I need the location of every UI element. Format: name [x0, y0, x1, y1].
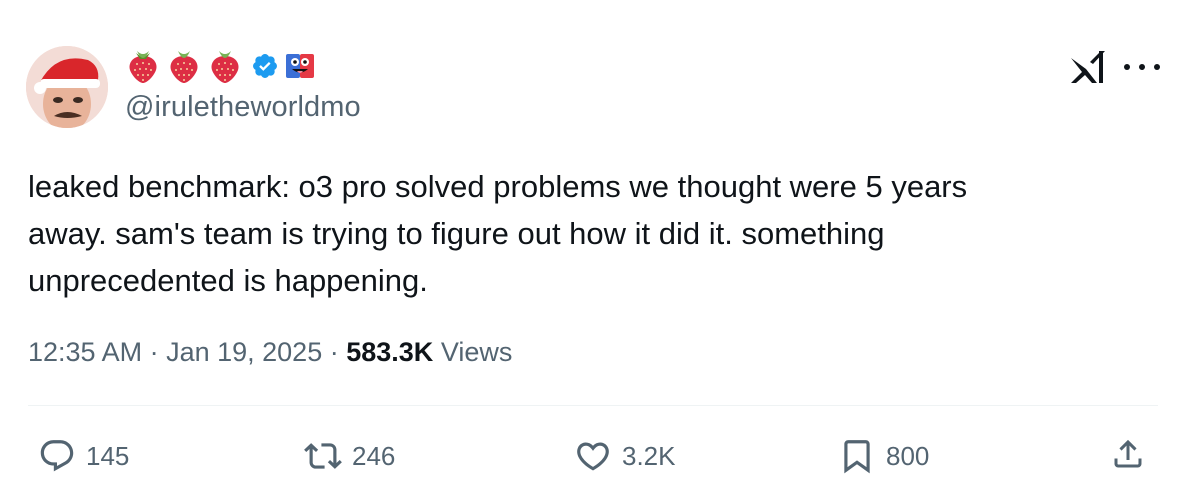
retweet-icon: [304, 443, 342, 469]
tweet-text-line: away. sam's team is trying to figure out…: [28, 216, 885, 251]
tweet-text-line: unprecedented is happening.: [28, 263, 428, 298]
bookmark-count: 800: [886, 440, 930, 471]
views-label: Views: [440, 337, 513, 367]
tweet-text: leaked benchmark: o3 pro solved problems…: [28, 163, 1148, 304]
tweet-time[interactable]: 12:35 AM: [28, 337, 142, 368]
separator: ·: [322, 337, 347, 367]
bookmark-icon: [844, 440, 870, 474]
reply-button[interactable]: 145: [38, 436, 129, 476]
bookmark-button[interactable]: 800: [838, 436, 929, 476]
tweet-date[interactable]: Jan 19, 2025: [166, 337, 322, 368]
user-handle[interactable]: @iruletheworldmo: [125, 91, 361, 124]
separator: ·: [142, 337, 167, 367]
display-name[interactable]: [126, 48, 315, 84]
retweet-count: 246: [352, 440, 396, 471]
heart-icon: [577, 442, 609, 471]
dot: [1139, 64, 1145, 70]
avatar[interactable]: [26, 46, 108, 128]
retweet-button[interactable]: 246: [304, 436, 395, 476]
more-options-icon[interactable]: [1124, 52, 1160, 82]
strawberry-icon: [211, 51, 239, 83]
divider: [28, 405, 1158, 406]
goofy-face-emoji: [286, 54, 314, 78]
reply-count: 145: [86, 440, 130, 471]
strawberry-icon: [170, 51, 198, 83]
dot: [1124, 64, 1130, 70]
grok-logo-icon[interactable]: [1068, 50, 1108, 84]
tweet-meta: 12:35 AM · Jan 19, 2025 · 583.3K Views: [28, 337, 512, 368]
like-count: 3.2K: [622, 440, 676, 471]
reply-icon: [40, 440, 74, 472]
views-count[interactable]: 583.3K: [346, 337, 433, 368]
tweet-text-line: leaked benchmark: o3 pro solved problems…: [28, 169, 968, 204]
like-button[interactable]: 3.2K: [574, 436, 676, 476]
dot: [1154, 64, 1160, 70]
strawberry-icon: [129, 51, 157, 83]
verified-badge-icon[interactable]: [251, 52, 279, 80]
share-icon[interactable]: [1110, 435, 1146, 473]
